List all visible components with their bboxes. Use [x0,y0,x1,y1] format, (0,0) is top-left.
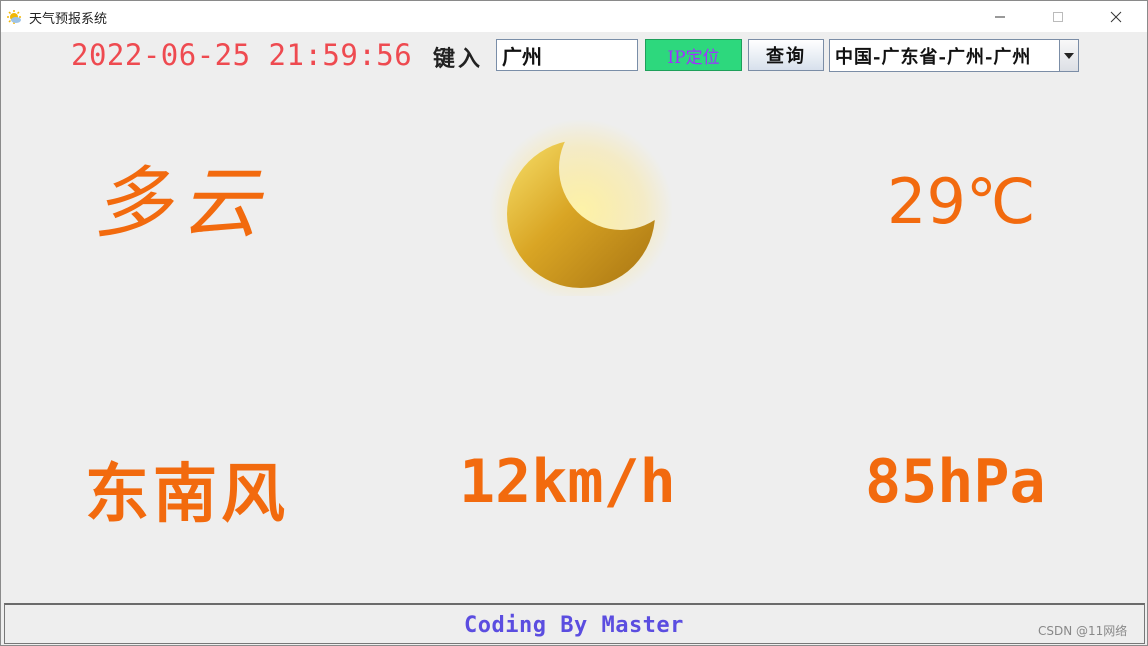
minimize-button[interactable] [977,1,1023,32]
ip-locate-button[interactable]: IP定位 [645,39,742,71]
weather-condition: 多云 [93,159,270,249]
footer-bar: Coding By Master [4,603,1145,644]
wind-direction: 东南风 [85,457,289,532]
chevron-down-icon [1064,52,1074,59]
region-dropdown-button[interactable] [1059,40,1078,71]
datetime-display: 2022-06-25 21:59:56 [71,38,413,72]
minimize-icon [995,16,1005,17]
region-select[interactable]: 中国-广东省-广州-广州 [829,39,1079,72]
city-input-label: 键入 [433,46,484,72]
moon-icon [489,119,673,296]
title-bar[interactable]: 天气预报系统 [1,1,1147,32]
app-logo-icon [7,10,21,24]
air-pressure: 85hPa [865,447,1046,517]
close-icon [1110,11,1122,22]
wind-speed: 12km/h [459,447,676,517]
maximize-icon [1053,11,1063,22]
window-title: 天气预报系统 [29,12,108,27]
city-input[interactable] [496,39,638,71]
region-selected-value: 中国-广东省-广州-广州 [835,47,1032,68]
temperature-value: 29℃ [887,165,1036,238]
footer-credit: Coding By Master [464,613,684,638]
query-button[interactable]: 查询 [748,39,824,71]
watermark: CSDN @11网络 [1038,624,1128,638]
maximize-button[interactable] [1035,1,1081,32]
close-button[interactable] [1093,1,1139,32]
app-window: 天气预报系统 2022-06-25 21:59:56 键入 IP定位 查询 中国… [0,0,1148,646]
